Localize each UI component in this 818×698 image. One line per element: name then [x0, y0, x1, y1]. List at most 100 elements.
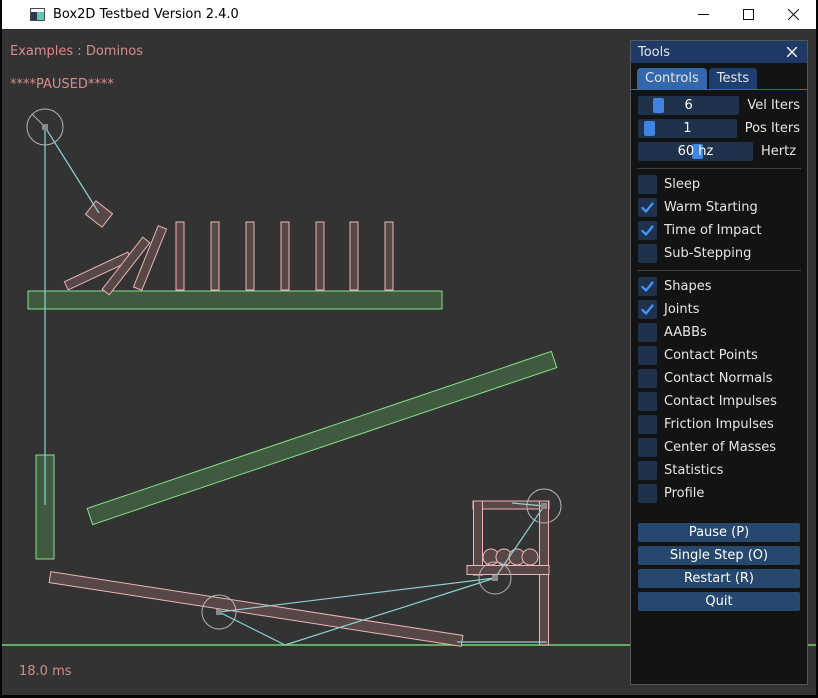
checkbox-sleep[interactable] [638, 175, 657, 194]
tools-panel-title: Tools [638, 45, 784, 60]
checkbox-contact-points[interactable] [638, 346, 657, 365]
window-titlebar: Box2D Testbed Version 2.4.0 [2, 0, 816, 30]
standing-domino [211, 222, 219, 290]
tools-panel-titlebar[interactable]: Tools [631, 41, 807, 63]
checkbox-row-contact-normals: Contact Normals [638, 369, 800, 388]
quit-button[interactable]: Quit [638, 592, 800, 611]
slider-row-hertz: 60 hz Hertz [638, 142, 800, 161]
checkbox-label: AABBs [664, 325, 707, 340]
checkbox-label: Warm Starting [664, 200, 758, 215]
restart-r-button[interactable]: Restart (R) [638, 569, 800, 588]
example-label: Examples : Dominos [10, 44, 143, 59]
domino-platform [28, 291, 442, 309]
app-icon [30, 8, 45, 21]
check-icon [641, 201, 654, 214]
body-center-marker [541, 503, 547, 509]
checkbox-row-warm-starting: Warm Starting [638, 198, 800, 217]
checkbox-row-friction-impulses: Friction Impulses [638, 415, 800, 434]
minimize-button[interactable] [681, 0, 726, 29]
checkbox-contact-normals[interactable] [638, 369, 657, 388]
checkbox-aabbs[interactable] [638, 323, 657, 342]
body-center-marker [216, 609, 222, 615]
slider-value: 6 [638, 96, 739, 115]
checkbox-label: Profile [664, 486, 704, 501]
checkbox-statistics[interactable] [638, 461, 657, 480]
pendulum-bob [85, 201, 112, 227]
joint-line [219, 578, 495, 612]
slider-label: Pos Iters [745, 121, 800, 136]
slider-row-pos-iters: 1 Pos Iters [638, 119, 800, 138]
window-title: Box2D Testbed Version 2.4.0 [53, 7, 239, 22]
tab-controls[interactable]: Controls [637, 68, 707, 89]
checkbox-row-time-of-impact: Time of Impact [638, 221, 800, 240]
checkbox-row-sub-stepping: Sub-Stepping [638, 244, 800, 263]
tools-panel: Tools ControlsTests 6 Vel Iters 1 Pos Iters… [630, 40, 808, 685]
check-icon [641, 280, 654, 293]
panel-close-icon[interactable] [784, 44, 800, 60]
checkbox-row-joints: Joints [638, 300, 800, 319]
body-center-marker [42, 124, 48, 130]
checkbox-row-sleep: Sleep [638, 175, 800, 194]
checkbox-label: Contact Impulses [664, 394, 777, 409]
check-icon [641, 303, 654, 316]
single-step-o-button[interactable]: Single Step (O) [638, 546, 800, 565]
checkbox-contact-impulses[interactable] [638, 392, 657, 411]
ball [522, 549, 538, 565]
checkbox-row-contact-impulses: Contact Impulses [638, 392, 800, 411]
standing-domino [281, 222, 289, 290]
slider-value: 60 hz [638, 142, 753, 161]
standing-domino [246, 222, 254, 290]
app-window: Examples : Dominos ****PAUSED**** 18.0 m… [0, 0, 818, 698]
separator [637, 270, 801, 271]
slider-label: Hertz [761, 144, 796, 159]
checkbox-center-of-masses[interactable] [638, 438, 657, 457]
checkbox-row-center-of-masses: Center of Masses [638, 438, 800, 457]
checkbox-label: Sub-Stepping [664, 246, 751, 261]
checkbox-warm-starting[interactable] [638, 198, 657, 217]
checkbox-row-aabbs: AABBs [638, 323, 800, 342]
frame-left-post [474, 501, 483, 575]
frame-time-label: 18.0 ms [19, 664, 72, 679]
standing-domino [385, 222, 393, 290]
checkbox-joints[interactable] [638, 300, 657, 319]
checkbox-time-of-impact[interactable] [638, 221, 657, 240]
separator [637, 168, 801, 169]
slider-label: Vel Iters [747, 98, 800, 113]
check-icon [641, 224, 654, 237]
checkbox-row-shapes: Shapes [638, 277, 800, 296]
checkbox-label: Joints [664, 302, 700, 317]
checkbox-row-profile: Profile [638, 484, 800, 503]
checkbox-label: Contact Points [664, 348, 758, 363]
seesaw-plank [49, 572, 463, 647]
checkbox-label: Time of Impact [664, 223, 762, 238]
checkbox-label: Statistics [664, 463, 723, 478]
checkbox-sub-stepping[interactable] [638, 244, 657, 263]
checkbox-row-statistics: Statistics [638, 461, 800, 480]
slider-vel-iters[interactable]: 6 [638, 96, 739, 115]
checkbox-label: Friction Impulses [664, 417, 774, 432]
checkbox-shapes[interactable] [638, 277, 657, 296]
checkbox-label: Shapes [664, 279, 711, 294]
body-center-marker [492, 575, 498, 581]
checkbox-label: Contact Normals [664, 371, 773, 386]
standing-domino [350, 222, 358, 290]
checkbox-label: Sleep [664, 177, 700, 192]
checkbox-friction-impulses[interactable] [638, 415, 657, 434]
slider-pos-iters[interactable]: 1 [638, 119, 737, 138]
close-button[interactable] [771, 0, 816, 29]
checkbox-label: Center of Masses [664, 440, 776, 455]
checkbox-row-contact-points: Contact Points [638, 346, 800, 365]
slider-hertz[interactable]: 60 hz [638, 142, 753, 161]
standing-domino [316, 222, 324, 290]
slider-row-vel-iters: 6 Vel Iters [638, 96, 800, 115]
paused-label: ****PAUSED**** [10, 77, 114, 92]
checkbox-profile[interactable] [638, 484, 657, 503]
slider-value: 1 [638, 119, 737, 138]
standing-domino [176, 222, 184, 290]
maximize-button[interactable] [726, 0, 771, 29]
joint-line [45, 127, 99, 213]
tab-tests[interactable]: Tests [709, 68, 757, 89]
pause-p-button[interactable]: Pause (P) [638, 523, 800, 542]
long-ramp [87, 351, 557, 524]
tab-bar: ControlsTests [631, 68, 807, 90]
